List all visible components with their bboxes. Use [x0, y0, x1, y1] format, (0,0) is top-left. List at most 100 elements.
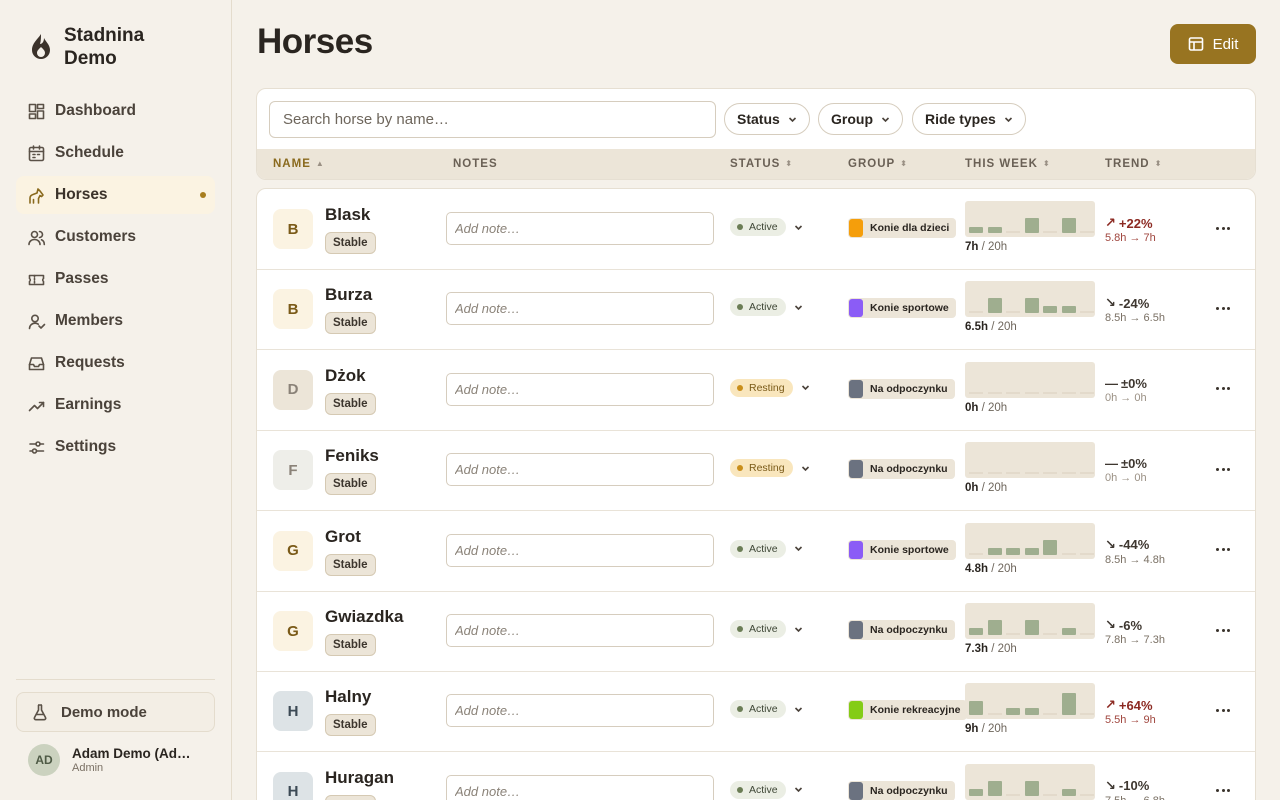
table-row[interactable]: B Burza Stable Active Konie sportowe 6.5h / 2…: [257, 269, 1255, 351]
table-row[interactable]: H Halny Stable Active Konie rekreacyjne 9h / …: [257, 671, 1255, 753]
week-hours-cap: / 20h: [981, 482, 1008, 495]
week-hours-value: 4.8h: [965, 562, 989, 575]
status-select[interactable]: Active: [730, 780, 803, 799]
note-input[interactable]: [446, 533, 714, 567]
more-actions-icon[interactable]: [1213, 782, 1233, 800]
note-input[interactable]: [446, 614, 714, 647]
trend-detail: 0h → 0h: [1105, 391, 1147, 404]
week-bar: [1025, 218, 1039, 233]
more-actions-icon[interactable]: [1213, 380, 1233, 398]
table-row[interactable]: D Dżok Stable Resting Na odpoczynku 0h / 20h —…: [257, 350, 1255, 431]
column-trend[interactable]: TREND ⬍: [1105, 158, 1162, 170]
week-bar: [1043, 539, 1057, 555]
horse-name[interactable]: Grot: [325, 527, 361, 547]
status-select[interactable]: Active: [730, 218, 803, 236]
horse-name[interactable]: Feniks: [325, 446, 379, 466]
column-status[interactable]: STATUS ⬍: [730, 158, 793, 170]
more-actions-icon[interactable]: [1213, 541, 1233, 559]
trend-flat-icon: —: [1105, 375, 1118, 391]
group-filter[interactable]: Group: [818, 103, 903, 135]
sidebar-item-dashboard[interactable]: Dashboard: [16, 92, 215, 130]
trend-detail: 5.5h → 9h: [1105, 714, 1156, 727]
week-bar-empty: [1080, 552, 1094, 555]
table-row[interactable]: G Grot Stable Active Konie sportowe 4.8h / 20…: [257, 511, 1255, 592]
demo-mode-button[interactable]: Demo mode: [16, 692, 215, 732]
status-select[interactable]: Active: [730, 700, 803, 719]
horse-name[interactable]: Blask: [325, 205, 370, 225]
status-select[interactable]: Resting: [730, 378, 810, 397]
status-badge: Active: [730, 620, 786, 638]
group-badge[interactable]: Na odpoczynku: [848, 620, 955, 640]
status-label: Resting: [749, 462, 785, 475]
trend-down-icon: ↘: [1105, 536, 1116, 552]
status-select[interactable]: Active: [730, 620, 803, 638]
more-actions-icon[interactable]: [1213, 701, 1233, 719]
sidebar-item-earnings[interactable]: Earnings: [16, 386, 215, 424]
trend-down-icon: ↘: [1105, 617, 1116, 632]
ride-types-filter[interactable]: Ride types: [912, 103, 1026, 135]
sidebar-item-settings[interactable]: Settings: [16, 428, 215, 466]
status-filter[interactable]: Status: [724, 103, 810, 135]
trend-percent: +22%: [1118, 215, 1153, 231]
group-label: Konie rekreacyjne: [870, 704, 961, 717]
more-actions-icon[interactable]: [1213, 299, 1233, 317]
note-input[interactable]: [446, 372, 714, 406]
horse-name[interactable]: Huragan: [325, 768, 394, 788]
week-hours-value: 7.3h: [965, 643, 989, 655]
horse-avatar: G: [273, 530, 313, 571]
table-row[interactable]: F Feniks Stable Resting Na odpoczynku 0h / 20…: [257, 430, 1255, 512]
week-bar-empty: [1006, 231, 1020, 233]
trend-value: ↗ +22%: [1105, 215, 1156, 231]
note-input[interactable]: [446, 694, 714, 728]
horse-name[interactable]: Halny: [325, 687, 371, 707]
horse-avatar: F: [273, 450, 313, 491]
note-input[interactable]: [446, 212, 714, 245]
user-menu[interactable]: AD Adam Demo (Admin) Admin: [28, 744, 202, 776]
note-input[interactable]: [446, 774, 714, 800]
sidebar-item-requests[interactable]: Requests: [16, 344, 215, 382]
status-dot: [737, 304, 743, 311]
group-badge[interactable]: Na odpoczynku: [848, 780, 955, 800]
week-bar-empty: [1006, 633, 1020, 635]
sidebar-item-members[interactable]: Members: [16, 302, 215, 340]
group-badge[interactable]: Konie sportowe: [848, 298, 956, 319]
more-actions-icon[interactable]: [1213, 460, 1233, 478]
table-row[interactable]: B Blask Stable Active Konie dla dzieci 7h / 2…: [257, 189, 1255, 270]
horse-name[interactable]: Burza: [325, 285, 372, 305]
note-input[interactable]: [446, 292, 714, 326]
group-badge[interactable]: Na odpoczynku: [848, 459, 955, 480]
week-bar-empty: [1080, 633, 1094, 635]
sidebar-item-passes[interactable]: Passes: [16, 260, 215, 298]
status-dot: [737, 384, 743, 391]
week-bar: [1025, 708, 1039, 716]
group-label: Na odpoczynku: [870, 784, 948, 797]
group-badge[interactable]: Na odpoczynku: [848, 378, 955, 399]
column-this-week[interactable]: THIS WEEK ⬍: [965, 158, 1051, 170]
horse-name[interactable]: Gwiazdka: [325, 607, 403, 627]
search-input[interactable]: [269, 101, 716, 138]
status-select[interactable]: Resting: [730, 459, 810, 478]
trend-value: ↘ -24%: [1105, 295, 1165, 311]
horse-name[interactable]: Dżok: [325, 366, 366, 386]
status-select[interactable]: Active: [730, 539, 803, 558]
table-row[interactable]: HHuraganStableActiveNa odpoczynku6.8h / …: [257, 752, 1255, 800]
edit-button[interactable]: Edit: [1170, 24, 1256, 64]
sidebar-item-customers[interactable]: Customers: [16, 218, 215, 256]
sidebar-item-schedule[interactable]: Schedule: [16, 134, 215, 172]
status-badge: Resting: [730, 459, 793, 478]
group-badge[interactable]: Konie dla dzieci: [848, 218, 957, 238]
note-input[interactable]: [446, 453, 714, 487]
group-badge[interactable]: Konie rekreacyjne: [848, 700, 968, 721]
horse-avatar: H: [273, 771, 313, 800]
brand[interactable]: Stadnina Demo: [28, 24, 164, 70]
table-row[interactable]: G Gwiazdka Stable Active Na odpoczynku 7.3h /…: [257, 591, 1255, 672]
group-color-swatch: [849, 781, 863, 800]
more-actions-icon[interactable]: [1213, 621, 1233, 639]
sidebar-item-horses[interactable]: Horses: [16, 176, 215, 214]
horses-table: B Blask Stable Active Konie dla dzieci 7h / 2…: [256, 188, 1256, 800]
column-group[interactable]: GROUP ⬍: [848, 158, 908, 170]
column-name[interactable]: NAME ▲: [273, 158, 325, 170]
more-actions-icon[interactable]: [1213, 219, 1233, 237]
status-select[interactable]: Active: [730, 298, 803, 317]
group-badge[interactable]: Konie sportowe: [848, 539, 956, 560]
